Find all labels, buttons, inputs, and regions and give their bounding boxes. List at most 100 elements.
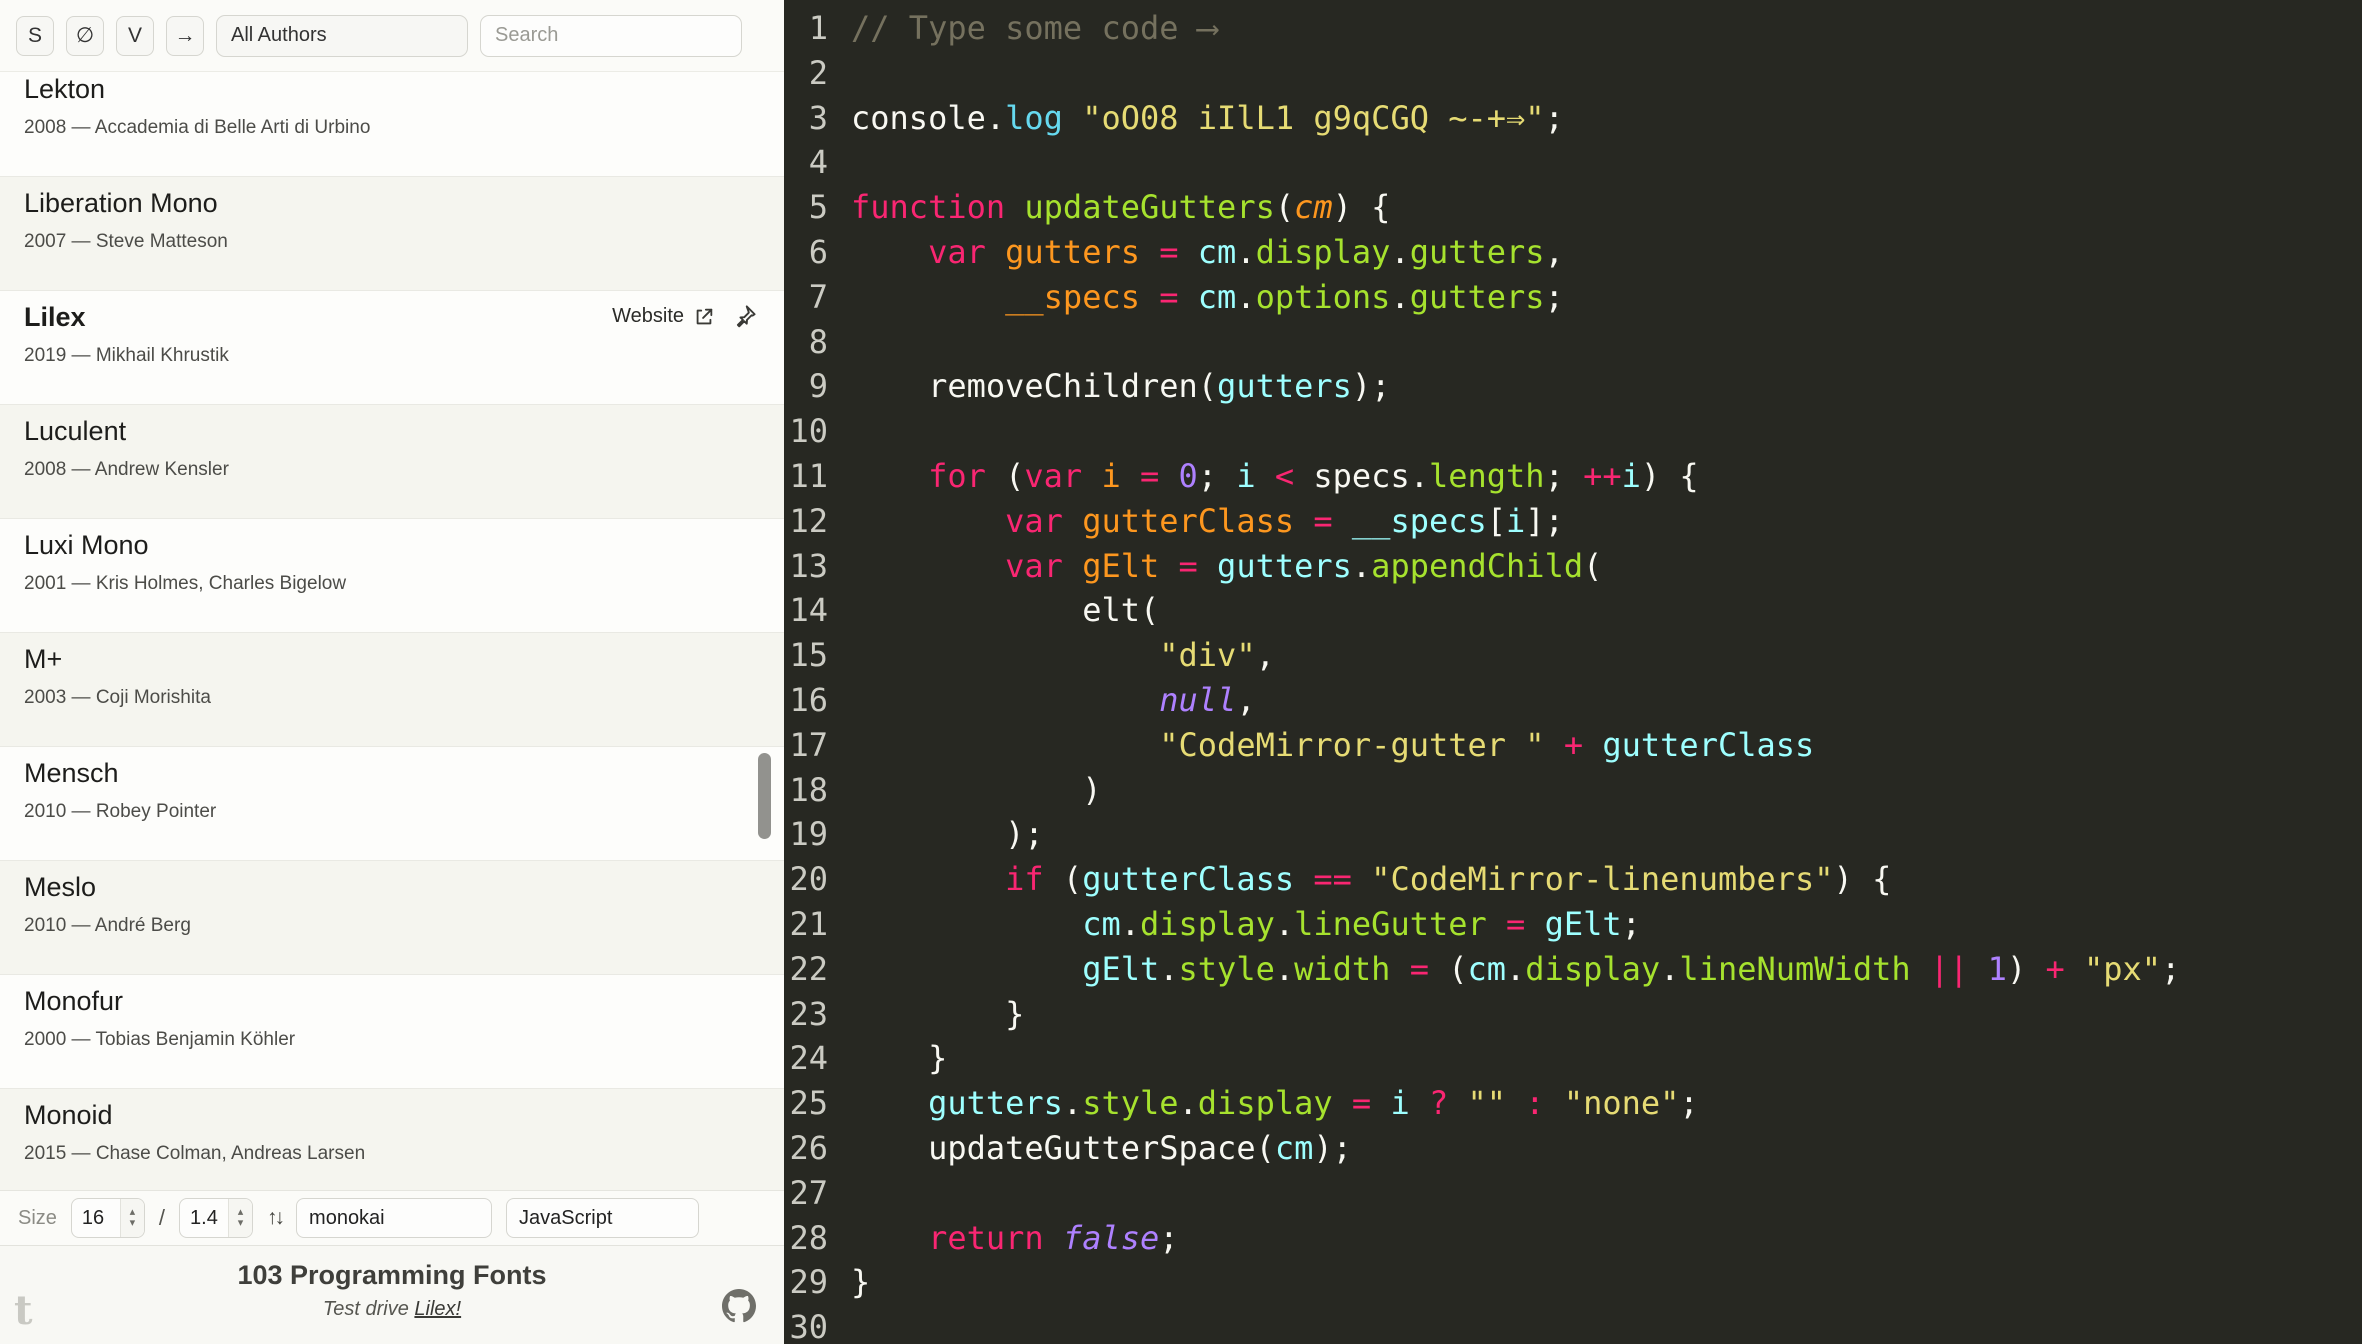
font-meta: 2000 — Tobias Benjamin Köhler [24, 1029, 296, 1050]
author-filter-select[interactable]: All Authors [216, 14, 468, 57]
scrollbar-thumb[interactable] [758, 753, 771, 839]
font-list-item[interactable]: Luxi Mono 2001 — Kris Holmes, Charles Big… [0, 519, 784, 633]
code-text[interactable]: cm.display.lineGutter = gElt; [828, 902, 1641, 947]
code-text[interactable]: } [828, 1260, 870, 1305]
tagline-text: Test drive [322, 1298, 415, 1320]
code-text[interactable]: if (gutterClass == "CodeMirror-linenumbe… [828, 857, 1891, 902]
twitter-link[interactable]: t [14, 1287, 32, 1334]
website-label: Website [612, 305, 684, 327]
sort-arrows-icon[interactable]: ↑↓ [267, 1206, 285, 1230]
font-size-stepper[interactable]: ▴▾ [70, 1198, 145, 1238]
font-list-item[interactable]: Mensch 2010 — Robey Pointer [0, 747, 784, 861]
code-line: 6 var gutters = cm.display.gutters, [784, 230, 2362, 275]
code-text[interactable]: } [828, 992, 1024, 1037]
line-number: 2 [808, 53, 828, 92]
theme-input[interactable] [296, 1198, 493, 1238]
code-text[interactable]: updateGutterSpace(cm); [828, 1126, 1352, 1171]
code-text[interactable]: "CodeMirror-gutter " + gutterClass [828, 723, 1814, 768]
line-number: 22 [789, 949, 828, 988]
pin-icon [736, 305, 756, 328]
code-line: 21 cm.display.lineGutter = gElt; [784, 902, 2362, 947]
font-list-item[interactable]: M+ 2003 — Coji Morishita [0, 633, 784, 747]
font-list-item[interactable]: Monoid 2015 — Chase Colman, Andreas Larse… [0, 1089, 784, 1190]
code-text[interactable]: for (var i = 0; i < specs.length; ++i) { [828, 454, 1699, 499]
font-name: Monofur [24, 986, 124, 1016]
code-text[interactable]: console.log "oO08 iIlL1 g9qCGQ ~-+⇒"; [828, 96, 1564, 141]
code-line: 14 elt( [784, 588, 2362, 633]
font-list-item[interactable]: Lekton 2008 — Accademia di Belle Arti di … [0, 72, 784, 177]
github-link[interactable] [722, 1289, 756, 1328]
code-text[interactable]: var gElt = gutters.appendChild( [828, 544, 1602, 589]
slash-separator: / [158, 1205, 166, 1230]
footer: 103 Programming Fonts Test drive Lilex! … [0, 1245, 784, 1344]
line-number: 4 [808, 143, 828, 182]
code-text[interactable]: } [828, 1036, 947, 1081]
code-line: 12 var gutterClass = __specs[i]; [784, 499, 2362, 544]
font-list-item[interactable]: Monofur 2000 — Tobias Benjamin Köhler [0, 975, 784, 1089]
sidebar: S ∅ V → All Authors Lekton 2008 — Accadem… [0, 0, 784, 1344]
line-number: 19 [789, 815, 828, 854]
code-text[interactable]: removeChildren(gutters); [828, 364, 1390, 409]
code-text[interactable]: "div", [828, 633, 1275, 678]
code-line: 20 if (gutterClass == "CodeMirror-linenu… [784, 857, 2362, 902]
code-text[interactable] [828, 320, 851, 365]
code-line: 7 __specs = cm.options.gutters; [784, 275, 2362, 320]
style-toggle-v-button[interactable]: V [116, 15, 154, 56]
app: S ∅ V → All Authors Lekton 2008 — Accadem… [0, 0, 2362, 1344]
row-actions: Website [612, 303, 758, 330]
font-list-item[interactable]: Liberation Mono 2007 — Steve Matteson [0, 177, 784, 291]
font-meta: 2008 — Accademia di Belle Arti di Urbino [24, 117, 371, 138]
code-text[interactable] [828, 1305, 851, 1344]
code-text[interactable]: __specs = cm.options.gutters; [828, 275, 1564, 320]
code-text[interactable] [828, 1171, 851, 1216]
line-number: 7 [808, 277, 828, 316]
code-text[interactable] [828, 51, 851, 96]
code-editor[interactable]: 1// Type some code ⟶ 2 3 console.log "oO08 … [784, 0, 2362, 1344]
font-name: Meslo [24, 872, 97, 902]
code-text[interactable]: ) [828, 768, 1101, 813]
font-list-item[interactable]: Meslo 2010 — André Berg [0, 861, 784, 975]
code-text[interactable]: return false; [828, 1216, 1178, 1261]
ligature-arrow-toggle-button[interactable]: → [166, 15, 204, 56]
code-text[interactable]: var gutterClass = __specs[i]; [828, 499, 1564, 544]
code-line: 17 "CodeMirror-gutter " + gutterClass [784, 723, 2362, 768]
font-size-input[interactable] [71, 1199, 120, 1237]
font-list-item[interactable]: Luculent 2008 — Andrew Kensler [0, 405, 784, 519]
font-list-item[interactable]: Lilex 2019 — Mikhail Khrustik Website [0, 291, 784, 405]
pin-button[interactable] [731, 303, 758, 330]
code-text[interactable]: gElt.style.width = (cm.display.lineNumWi… [828, 947, 2180, 992]
line-height-input[interactable] [180, 1199, 229, 1237]
line-height-stepper[interactable]: ▴▾ [179, 1198, 254, 1238]
slashed-zero-toggle-button[interactable]: ∅ [66, 15, 104, 56]
code-text[interactable] [828, 140, 851, 185]
code-text[interactable]: function updateGutters(cm) { [828, 185, 1390, 230]
code-text[interactable]: var gutters = cm.display.gutters, [828, 230, 1564, 275]
line-number: 27 [789, 1173, 828, 1212]
line-number: 16 [789, 680, 828, 719]
toolbar: S ∅ V → All Authors [0, 0, 784, 72]
line-number: 25 [789, 1084, 828, 1123]
code-text[interactable]: null, [828, 678, 1255, 723]
stepper-arrows-icon[interactable]: ▴ ▾ [228, 1199, 253, 1237]
code-line: 22 gElt.style.width = (cm.display.lineNu… [784, 947, 2362, 992]
code-line: 28 return false; [784, 1216, 2362, 1261]
language-input[interactable] [506, 1198, 700, 1238]
font-meta: 2019 — Mikhail Khrustik [24, 345, 229, 366]
code-line: 18 ) [784, 768, 2362, 813]
tagline-link[interactable]: Lilex! [414, 1298, 461, 1320]
code-text[interactable]: // Type some code ⟶ [828, 6, 1217, 51]
code-text[interactable]: ); [828, 812, 1044, 857]
line-number: 8 [808, 322, 828, 361]
code-text[interactable]: elt( [828, 588, 1159, 633]
style-toggle-s-button[interactable]: S [16, 15, 54, 56]
sidebar-scrollbar[interactable] [758, 72, 771, 1190]
code-text[interactable] [828, 409, 851, 454]
stepper-arrows-icon[interactable]: ▴ ▾ [119, 1199, 144, 1237]
code-line: 27 [784, 1171, 2362, 1216]
search-input[interactable] [480, 14, 742, 57]
code-line: 8 [784, 320, 2362, 365]
website-link[interactable]: Website [612, 305, 715, 328]
code-line: 29} [784, 1260, 2362, 1305]
line-number: 5 [808, 188, 828, 227]
code-text[interactable]: gutters.style.display = i ? "" : "none"; [828, 1081, 1699, 1126]
